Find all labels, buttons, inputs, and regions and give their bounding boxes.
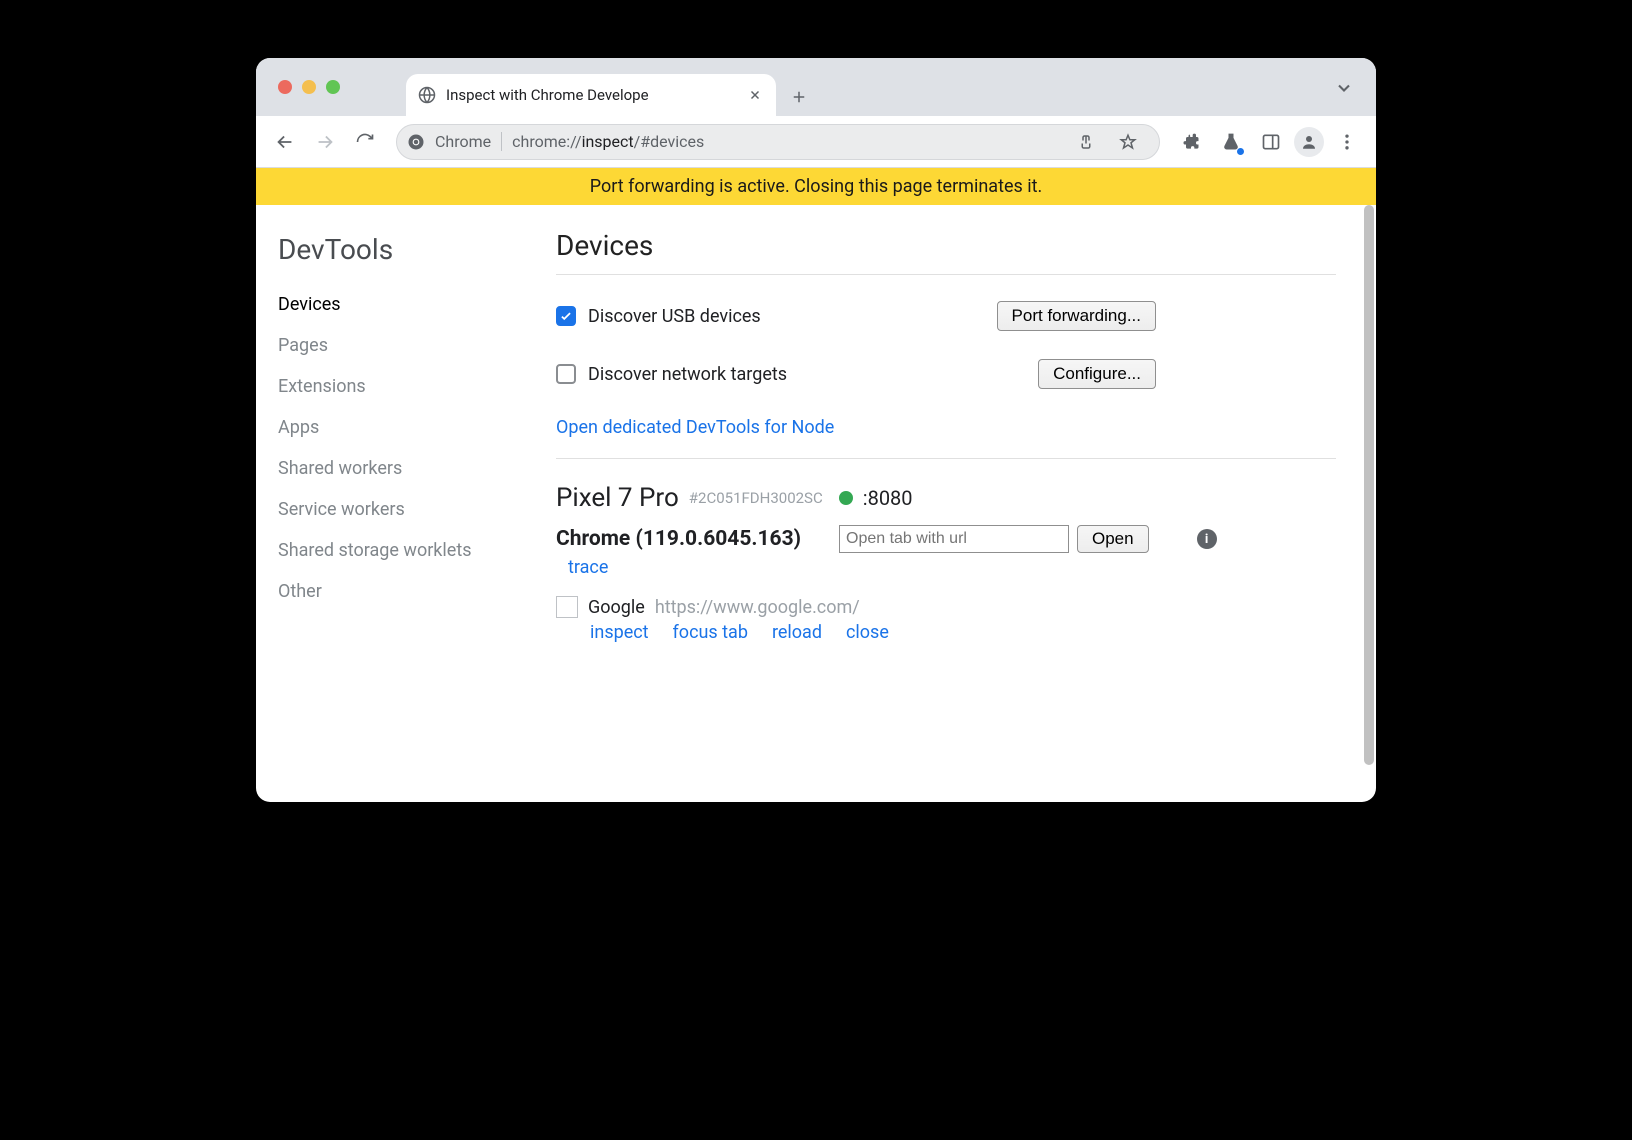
- extensions-icon[interactable]: [1174, 125, 1208, 159]
- configure-button[interactable]: Configure...: [1038, 359, 1156, 389]
- sidebar-item-pages[interactable]: Pages: [278, 325, 534, 366]
- sidebar-item-devices[interactable]: Devices: [278, 284, 534, 325]
- open-tab-button[interactable]: Open: [1077, 525, 1149, 553]
- tab-overflow-button[interactable]: [1334, 78, 1354, 102]
- back-button[interactable]: [268, 125, 302, 159]
- toolbar: Chrome chrome://inspect/#devices: [256, 116, 1376, 168]
- open-tab-url-input[interactable]: [839, 525, 1069, 553]
- sidebar-item-extensions[interactable]: Extensions: [278, 366, 534, 407]
- close-tab-button[interactable]: [746, 86, 764, 104]
- new-tab-button[interactable]: [784, 82, 814, 112]
- maximize-window-button[interactable]: [326, 80, 340, 94]
- status-dot-icon: [839, 491, 853, 505]
- side-panel-icon[interactable]: [1254, 125, 1288, 159]
- reload-link[interactable]: reload: [772, 622, 822, 643]
- device-port: :8080: [863, 486, 913, 510]
- traffic-lights: [278, 80, 340, 94]
- trace-link[interactable]: trace: [568, 557, 608, 578]
- url-prefix-label: Chrome: [435, 132, 502, 151]
- main-panel: Devices Discover USB devices Port forwar…: [556, 205, 1376, 802]
- device-name: Pixel 7 Pro: [556, 483, 679, 513]
- scrollbar[interactable]: [1364, 205, 1374, 765]
- minimize-window-button[interactable]: [302, 80, 316, 94]
- port-forwarding-banner: Port forwarding is active. Closing this …: [256, 168, 1376, 205]
- device-serial: #2C051FDH3002SC: [689, 489, 823, 507]
- profile-avatar[interactable]: [1294, 127, 1324, 157]
- browser-tab-active[interactable]: Inspect with Chrome Develope: [406, 74, 776, 116]
- page-content: DevTools Devices Pages Extensions Apps S…: [256, 205, 1376, 802]
- bookmark-star-icon[interactable]: [1111, 125, 1145, 159]
- sidebar-item-apps[interactable]: Apps: [278, 407, 534, 448]
- tab-title: Inspect with Chrome Develope: [446, 86, 736, 104]
- close-window-button[interactable]: [278, 80, 292, 94]
- menu-icon[interactable]: [1330, 125, 1364, 159]
- inspect-target-row: Google https://www.google.com/: [556, 596, 1336, 618]
- url-text: chrome://inspect/#devices: [512, 132, 1059, 151]
- inspect-link[interactable]: inspect: [590, 622, 649, 643]
- target-title: Google: [588, 597, 645, 618]
- sidebar-item-shared-storage-worklets[interactable]: Shared storage worklets: [278, 530, 534, 571]
- discover-network-label: Discover network targets: [588, 364, 1038, 385]
- sidebar-item-other[interactable]: Other: [278, 571, 534, 612]
- sidebar-title: DevTools: [278, 233, 534, 266]
- share-icon[interactable]: [1069, 125, 1103, 159]
- chrome-version-label: Chrome (119.0.6045.163): [556, 527, 801, 551]
- target-actions: inspect focus tab reload close: [590, 622, 1336, 643]
- titlebar: Inspect with Chrome Develope: [256, 58, 1376, 116]
- globe-icon: [418, 86, 436, 104]
- info-icon[interactable]: i: [1197, 529, 1217, 549]
- chrome-icon: [407, 133, 425, 151]
- sidebar: DevTools Devices Pages Extensions Apps S…: [256, 205, 556, 802]
- divider: [556, 458, 1336, 459]
- open-node-devtools-link[interactable]: Open dedicated DevTools for Node: [556, 417, 1336, 438]
- forward-button[interactable]: [308, 125, 342, 159]
- browser-window: Inspect with Chrome Develope: [256, 58, 1376, 802]
- device-header: Pixel 7 Pro #2C051FDH3002SC :8080: [556, 483, 1336, 513]
- address-bar[interactable]: Chrome chrome://inspect/#devices: [396, 124, 1160, 160]
- target-url: https://www.google.com/: [655, 597, 860, 618]
- page-title: Devices: [556, 229, 1336, 275]
- discover-usb-label: Discover USB devices: [588, 306, 997, 327]
- discover-usb-checkbox[interactable]: [556, 306, 576, 326]
- tab-strip: Inspect with Chrome Develope: [406, 58, 814, 116]
- reload-button[interactable]: [348, 125, 382, 159]
- close-link[interactable]: close: [846, 622, 889, 643]
- labs-icon[interactable]: [1214, 125, 1248, 159]
- discover-network-checkbox[interactable]: [556, 364, 576, 384]
- port-forwarding-button[interactable]: Port forwarding...: [997, 301, 1156, 331]
- sidebar-item-service-workers[interactable]: Service workers: [278, 489, 534, 530]
- sidebar-item-shared-workers[interactable]: Shared workers: [278, 448, 534, 489]
- page-thumbnail-icon: [556, 596, 578, 618]
- focus-tab-link[interactable]: focus tab: [673, 622, 748, 643]
